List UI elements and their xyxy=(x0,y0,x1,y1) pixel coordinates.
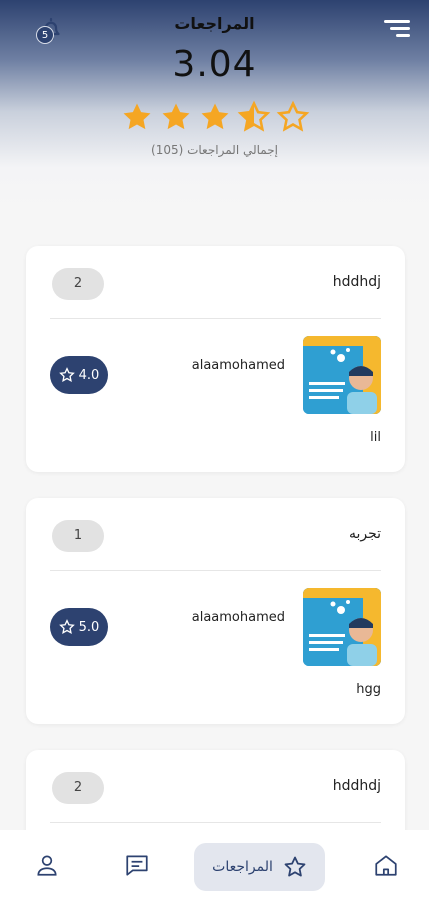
rating-stars xyxy=(120,100,310,136)
divider xyxy=(50,570,381,571)
average-rating: 3.04 xyxy=(172,44,257,85)
review-rating-badge: 5.0 xyxy=(50,608,108,646)
star-filled-icon xyxy=(123,103,151,130)
review-username: alaamohamed xyxy=(191,610,285,625)
review-count-badge: 2 xyxy=(52,772,104,804)
star-outline-icon xyxy=(58,619,75,635)
nav-reviews[interactable]: المراجعات xyxy=(194,843,325,891)
star-icon xyxy=(284,856,306,877)
nav-reviews-label: المراجعات xyxy=(212,859,273,875)
review-comment: hgg xyxy=(356,682,381,697)
review-thumbnail xyxy=(303,588,381,666)
review-thumbnail xyxy=(303,336,381,414)
review-comment: lil xyxy=(370,430,381,445)
total-reviews-label: إجمالي المراجعات (105) xyxy=(151,143,278,157)
divider xyxy=(50,318,381,319)
star-outline-icon xyxy=(276,100,310,132)
chat-icon xyxy=(126,855,148,876)
star-filled-icon xyxy=(162,103,190,130)
review-rating-value: 4.0 xyxy=(78,367,100,383)
review-username: alaamohamed xyxy=(191,358,285,373)
divider xyxy=(50,822,381,823)
star-half-icon xyxy=(237,100,271,132)
review-title: hddhdj xyxy=(332,274,381,290)
review-card[interactable]: hddhdj 2 alaamohamed 4.0 lil xyxy=(26,246,405,472)
star-filled-icon xyxy=(201,103,229,130)
nav-home[interactable] xyxy=(373,852,399,878)
nav-chat[interactable] xyxy=(124,852,150,878)
nav-profile[interactable] xyxy=(34,852,60,878)
review-card[interactable]: تجربه 1 alaamohamed 5.0 hgg xyxy=(26,498,405,724)
review-title: تجربه xyxy=(348,526,381,542)
review-rating-badge: 4.0 xyxy=(50,356,108,394)
review-count-badge: 1 xyxy=(52,520,104,552)
review-count-badge: 2 xyxy=(52,268,104,300)
review-title: hddhdj xyxy=(332,778,381,794)
profile-icon xyxy=(37,855,57,876)
bottom-navigation: المراجعات xyxy=(0,830,429,900)
home-icon xyxy=(375,855,397,876)
star-outline-icon xyxy=(58,367,75,383)
review-rating-value: 5.0 xyxy=(78,619,100,635)
page-title: المراجعات xyxy=(174,14,255,33)
